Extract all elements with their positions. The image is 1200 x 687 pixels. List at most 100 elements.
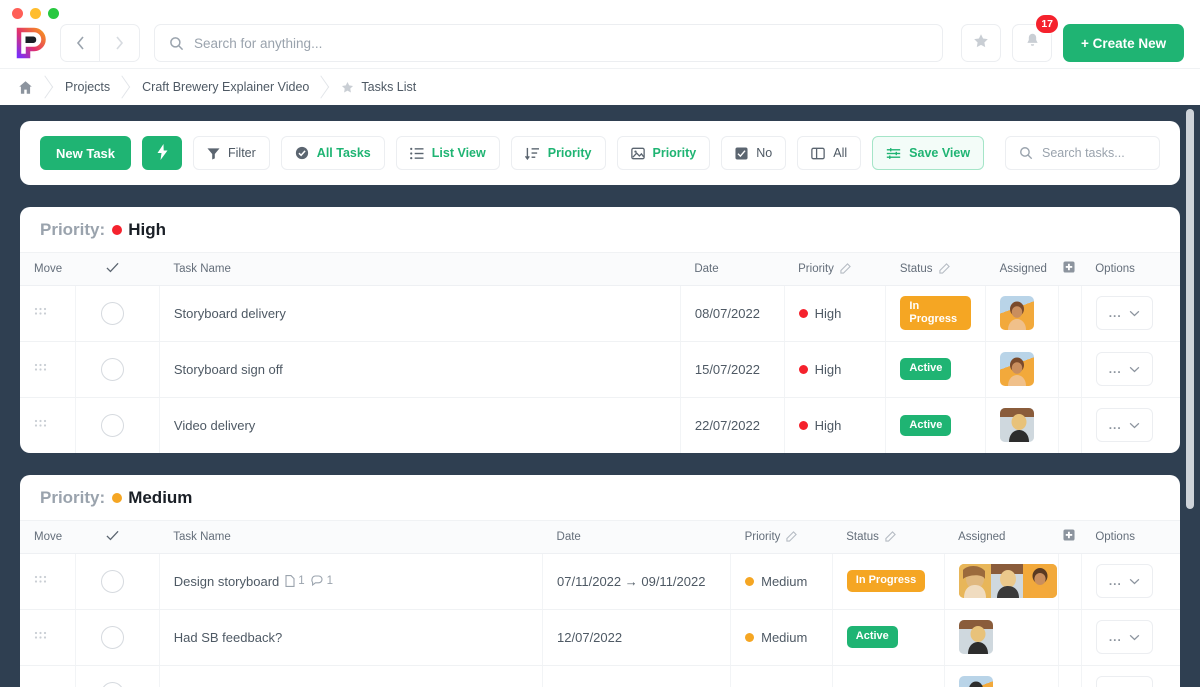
cell-check[interactable] [76,397,159,453]
cell-task-name[interactable] [159,665,542,687]
cell-task-name[interactable]: Design storyboard 1 [159,553,542,609]
new-task-button[interactable]: New Task [40,136,131,170]
column-options[interactable]: Options [1081,253,1180,285]
filter-button[interactable]: Filter [193,136,270,170]
avatar-group[interactable] [1000,352,1044,386]
column-assigned[interactable]: Assigned [986,253,1059,285]
task-complete-toggle[interactable] [101,682,124,687]
row-options-button[interactable]: ... [1096,296,1153,330]
cell-date[interactable]: 22/07/2022 [680,397,784,453]
cell-priority[interactable]: High [784,341,886,397]
cell-check[interactable] [76,341,159,397]
cell-status[interactable]: In Progress [886,285,986,341]
column-add[interactable] [1059,521,1081,553]
table-row[interactable]: Storyboard delivery 08/07/2022 High In P… [20,285,1180,341]
cell-date[interactable]: 07/11/2022 → 09/11/2022 [543,553,731,609]
cell-check[interactable] [76,285,159,341]
task-complete-toggle[interactable] [101,302,124,325]
breadcrumb-item-projects[interactable]: Projects [51,69,128,106]
forward-button[interactable] [100,24,140,62]
table-row[interactable]: ... [20,665,1180,687]
avatar-group[interactable] [1000,408,1044,442]
column-date[interactable]: Date [680,253,784,285]
column-options[interactable]: Options [1081,521,1180,553]
cell-check[interactable] [76,553,159,609]
cell-date[interactable]: 08/07/2022 [680,285,784,341]
cell-assigned[interactable] [944,665,1059,687]
table-row[interactable]: Design storyboard 1 [20,553,1180,609]
cell-priority[interactable]: High [784,285,886,341]
group-priority-button[interactable]: Priority [617,136,711,170]
task-complete-toggle[interactable] [101,626,124,649]
avatar[interactable] [1023,564,1057,598]
avatar[interactable] [959,564,993,598]
drag-handle-icon[interactable] [34,363,61,376]
column-priority[interactable]: Priority [784,253,886,285]
cell-status[interactable] [832,665,944,687]
cell-move[interactable] [20,665,76,687]
cell-move[interactable] [20,553,76,609]
row-options-button[interactable]: ... [1096,408,1153,442]
column-status[interactable]: Status [832,521,944,553]
all-tasks-button[interactable]: All Tasks [281,136,385,170]
avatar[interactable] [1000,296,1034,330]
cell-task-name[interactable]: Video delivery [159,397,680,453]
drag-handle-icon[interactable] [34,307,61,320]
proofhub-logo[interactable] [14,26,48,60]
minimize-window-button[interactable] [30,8,41,19]
avatar[interactable] [1000,352,1034,386]
cell-options[interactable]: ... [1081,553,1180,609]
row-options-button[interactable]: ... [1096,620,1153,654]
column-move[interactable]: Move [20,521,76,553]
cell-task-name[interactable]: Had SB feedback? [159,609,542,665]
edit-icon[interactable] [840,263,851,274]
avatar-group[interactable] [1000,296,1044,330]
add-column-icon[interactable] [1063,529,1075,541]
edit-icon[interactable] [885,531,896,542]
create-new-button[interactable]: + Create New [1063,24,1184,62]
add-column-icon[interactable] [1063,261,1075,273]
star-icon[interactable] [341,81,354,94]
drag-handle-icon[interactable] [34,631,61,644]
column-priority[interactable]: Priority [731,521,833,553]
page-scrollbar-track[interactable] [1189,105,1197,687]
cell-priority[interactable]: Medium [731,553,833,609]
back-button[interactable] [60,24,100,62]
breadcrumb-item-tasks-list[interactable]: Tasks List [327,69,434,106]
column-assigned[interactable]: Assigned [944,521,1059,553]
cell-status[interactable]: Active [886,341,986,397]
task-complete-toggle[interactable] [101,358,124,381]
avatar[interactable] [1000,408,1034,442]
cell-task-name[interactable]: Storyboard delivery [159,285,680,341]
column-add[interactable] [1059,253,1081,285]
column-status[interactable]: Status [886,253,986,285]
column-date[interactable]: Date [543,521,731,553]
cell-move[interactable] [20,397,76,453]
cell-status[interactable]: Active [832,609,944,665]
sort-priority-button[interactable]: Priority [511,136,606,170]
cell-status[interactable]: Active [886,397,986,453]
edit-icon[interactable] [939,263,950,274]
task-search-input[interactable] [1042,146,1146,160]
cell-date[interactable]: 12/07/2022 [543,609,731,665]
cell-check[interactable] [76,609,159,665]
row-options-button[interactable]: ... [1096,564,1153,598]
avatar-group[interactable] [959,676,1045,687]
cell-date[interactable]: 15/07/2022 [680,341,784,397]
quick-add-button[interactable] [142,136,182,170]
avatar-group[interactable] [959,564,1045,598]
favorites-button[interactable] [961,24,1001,62]
breadcrumb-item-project[interactable]: Craft Brewery Explainer Video [128,69,327,106]
table-row[interactable]: Video delivery 22/07/2022 High Active [20,397,1180,453]
edit-icon[interactable] [786,531,797,542]
row-options-button[interactable]: ... [1096,352,1153,386]
table-row[interactable]: Storyboard sign off 15/07/2022 High Acti… [20,341,1180,397]
close-window-button[interactable] [12,8,23,19]
cell-assigned[interactable] [986,341,1059,397]
task-search[interactable] [1005,136,1160,170]
cell-priority[interactable] [731,665,833,687]
cell-move[interactable] [20,609,76,665]
breadcrumb-home[interactable] [4,69,51,106]
cell-priority[interactable]: High [784,397,886,453]
cell-options[interactable]: ... [1081,285,1180,341]
